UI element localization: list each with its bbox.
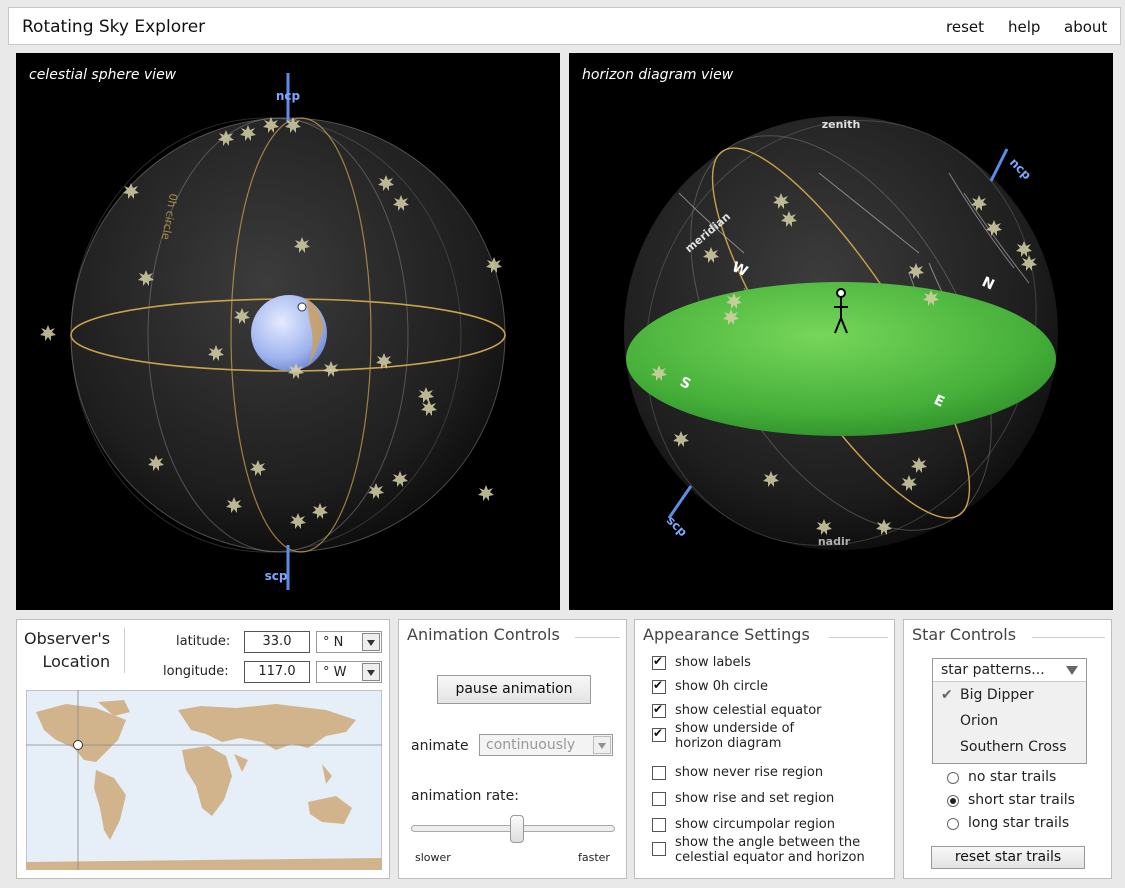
dropdown-arrow-icon bbox=[1066, 666, 1078, 675]
appearance-settings-panel: Appearance Settings show labels show 0h c… bbox=[634, 619, 895, 879]
faster-label: faster bbox=[578, 851, 610, 864]
appearance-option-label[interactable]: show underside of horizon diagram bbox=[675, 721, 815, 751]
appearance-option-label[interactable]: show circumpolar region bbox=[675, 817, 885, 832]
star-trail-label[interactable]: no star trails bbox=[968, 769, 1056, 785]
star-pattern-label: Southern Cross bbox=[960, 739, 1067, 755]
appearance-checkbox[interactable] bbox=[652, 726, 666, 742]
star-trail-label[interactable]: short star trails bbox=[968, 792, 1075, 808]
zenith-label: zenith bbox=[822, 118, 861, 131]
observer-title: Observer's Location bbox=[24, 629, 111, 671]
star-trail-radio[interactable] bbox=[947, 772, 959, 784]
horizon-view-label: horizon diagram view bbox=[582, 67, 734, 83]
about-menu-link[interactable]: about bbox=[1064, 18, 1107, 36]
horizon-diagram-canvas[interactable]: zenith nadir ncp scp meridian W N S E bbox=[569, 53, 1113, 610]
chevron-down-icon[interactable] bbox=[362, 663, 380, 681]
appearance-option-label[interactable]: show never rise region bbox=[675, 765, 885, 780]
longitude-input[interactable]: 117.0 bbox=[244, 661, 310, 683]
latitude-label: latitude: bbox=[176, 634, 231, 649]
latitude-direction-select[interactable]: ° N bbox=[316, 631, 382, 653]
star-trail-label[interactable]: long star trails bbox=[968, 815, 1069, 831]
appearance-option-label[interactable]: show celestial equator bbox=[675, 703, 885, 718]
ncp-horizon-label: ncp bbox=[1007, 155, 1034, 182]
celestial-view-label: celestial sphere view bbox=[29, 67, 177, 83]
appearance-option-label[interactable]: show rise and set region bbox=[675, 791, 885, 806]
appearance-option-label[interactable]: show the angle between the celestial equ… bbox=[675, 835, 885, 865]
appearance-checkbox[interactable] bbox=[652, 678, 666, 694]
star-pattern-label: Orion bbox=[960, 713, 999, 729]
ncp-axis-horizon bbox=[989, 148, 1009, 182]
star-trail-radio[interactable] bbox=[947, 818, 959, 830]
slower-label: slower bbox=[415, 851, 451, 864]
animation-rate-label: animation rate: bbox=[411, 788, 519, 804]
celestial-sphere-canvas[interactable]: ncp scp 0h circle bbox=[16, 53, 560, 610]
animation-controls-panel: Animation Controls pause animation anima… bbox=[398, 619, 627, 879]
longitude-label: longitude: bbox=[163, 664, 229, 679]
title-bar: Rotating Sky Explorer reset help about bbox=[8, 7, 1121, 45]
appearance-checkbox[interactable] bbox=[652, 766, 666, 780]
ncp-label: ncp bbox=[276, 89, 301, 103]
longitude-direction-select[interactable]: ° W bbox=[316, 661, 382, 683]
chevron-down-icon[interactable] bbox=[362, 633, 380, 651]
appearance-checkbox[interactable] bbox=[652, 654, 666, 670]
reset-menu-link[interactable]: reset bbox=[946, 18, 984, 36]
star-patterns-header[interactable]: star patterns... bbox=[933, 659, 1086, 682]
scp-label: scp bbox=[265, 569, 288, 583]
nadir-label: nadir bbox=[818, 535, 851, 548]
help-menu-link[interactable]: help bbox=[1008, 18, 1040, 36]
star-patterns-dropdown[interactable]: star patterns... ✔ Big Dipper Orion Souther… bbox=[932, 658, 1087, 764]
animation-panel-title: Animation Controls bbox=[407, 625, 564, 644]
world-map[interactable] bbox=[26, 690, 382, 870]
checkmark-icon: ✔ bbox=[941, 687, 953, 703]
appearance-panel-title: Appearance Settings bbox=[643, 625, 814, 644]
animation-rate-slider-thumb[interactable] bbox=[510, 815, 525, 843]
appearance-checkbox[interactable] bbox=[652, 702, 666, 718]
star-pattern-item[interactable]: Orion bbox=[933, 712, 1086, 734]
star-pattern-item[interactable]: ✔ Big Dipper bbox=[933, 686, 1086, 708]
scp-axis-horizon bbox=[667, 485, 693, 519]
star-panel-title: Star Controls bbox=[912, 625, 1021, 644]
appearance-checkbox[interactable] bbox=[652, 842, 666, 856]
animate-label: animate bbox=[411, 738, 469, 754]
latitude-input[interactable]: 33.0 bbox=[244, 631, 310, 653]
observer-location-marker[interactable] bbox=[73, 740, 83, 750]
star-pattern-label: Big Dipper bbox=[960, 687, 1034, 703]
appearance-checkbox[interactable] bbox=[652, 818, 666, 832]
appearance-option-label[interactable]: show 0h circle bbox=[675, 679, 885, 694]
appearance-checkbox[interactable] bbox=[652, 792, 666, 806]
star-trail-radio[interactable] bbox=[947, 795, 959, 807]
star-controls-panel: Star Controls star patterns... ✔ Big Dipp… bbox=[903, 619, 1112, 879]
animate-mode-select[interactable]: continuously bbox=[479, 734, 613, 756]
chevron-down-icon[interactable] bbox=[593, 736, 611, 754]
horizon-diagram-view[interactable]: zenith nadir ncp scp meridian W N S E ho… bbox=[569, 53, 1113, 610]
pause-animation-button[interactable]: pause animation bbox=[437, 675, 591, 704]
star-pattern-item[interactable]: Southern Cross bbox=[933, 738, 1086, 760]
reset-star-trails-button[interactable]: reset star trails bbox=[931, 846, 1085, 869]
observer-marker bbox=[297, 302, 307, 312]
appearance-option-label[interactable]: show labels bbox=[675, 655, 885, 670]
observer-location-panel: Observer's Location latitude: 33.0 ° N l… bbox=[16, 619, 390, 879]
app-title: Rotating Sky Explorer bbox=[22, 17, 206, 37]
celestial-sphere-view[interactable]: ncp scp 0h circle celestial sphere view bbox=[16, 53, 560, 610]
